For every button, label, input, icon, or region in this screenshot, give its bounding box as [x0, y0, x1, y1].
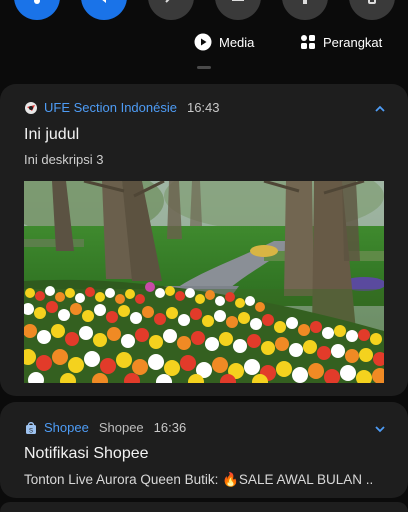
notification-header: S Shopee Shopee 16:36 [24, 420, 186, 435]
notification-title: Notifikasi Shopee [24, 445, 149, 462]
app-logo-icon [24, 101, 38, 115]
devices-label: Perangkat [323, 34, 383, 50]
app-name: Shopee [44, 420, 89, 435]
wifi-toggle[interactable] [14, 0, 60, 20]
shopee-bag-icon: S [24, 421, 38, 435]
rotate-icon [368, 0, 376, 4]
notification-card-ufe[interactable]: UFE Section Indonésie 16:43 Ini judul In… [0, 84, 408, 396]
notification-header: UFE Section Indonésie 16:43 [24, 100, 220, 115]
next-notification-card-edge [0, 502, 408, 512]
edit-toggle[interactable] [148, 0, 194, 20]
notification-sender: Shopee [98, 420, 144, 435]
devices-button[interactable]: Perangkat [300, 30, 382, 54]
notification-title: Ini judul [24, 126, 80, 143]
notification-description: Tonton Live Aurora Queen Butik: 🔥SALE AW… [24, 472, 374, 487]
svg-text:S: S [29, 428, 33, 434]
chevron-up-icon[interactable] [373, 102, 387, 116]
notification-card-shopee[interactable]: S Shopee Shopee 16:36 Notifikasi Shopee … [0, 402, 408, 498]
tulip-garden-image [24, 181, 384, 383]
pencil-icon [165, 0, 170, 3]
media-output-bar: Media Perangkat [0, 30, 408, 54]
play-icon [194, 33, 212, 51]
flashlight-toggle[interactable] [282, 0, 328, 20]
screen-toggle[interactable] [215, 0, 261, 20]
quick-settings-row [0, 0, 408, 22]
media-button[interactable]: Media [194, 30, 254, 54]
rotate-toggle[interactable] [349, 0, 395, 20]
devices-grid-icon [301, 35, 315, 49]
notification-time: 16:36 [153, 420, 187, 435]
sound-toggle[interactable] [81, 0, 127, 20]
app-name: UFE Section Indonésie [44, 100, 177, 115]
chevron-down-icon[interactable] [373, 422, 387, 436]
wifi-icon [34, 0, 40, 4]
mute-icon [102, 0, 106, 3]
media-label: Media [219, 34, 255, 50]
notification-image [24, 181, 384, 383]
notification-time: 16:43 [186, 100, 220, 115]
flashlight-icon [303, 0, 307, 4]
screen-icon [232, 0, 244, 1]
panel-drag-handle[interactable] [197, 66, 211, 69]
notification-description: Ini deskripsi 3 [24, 152, 104, 167]
